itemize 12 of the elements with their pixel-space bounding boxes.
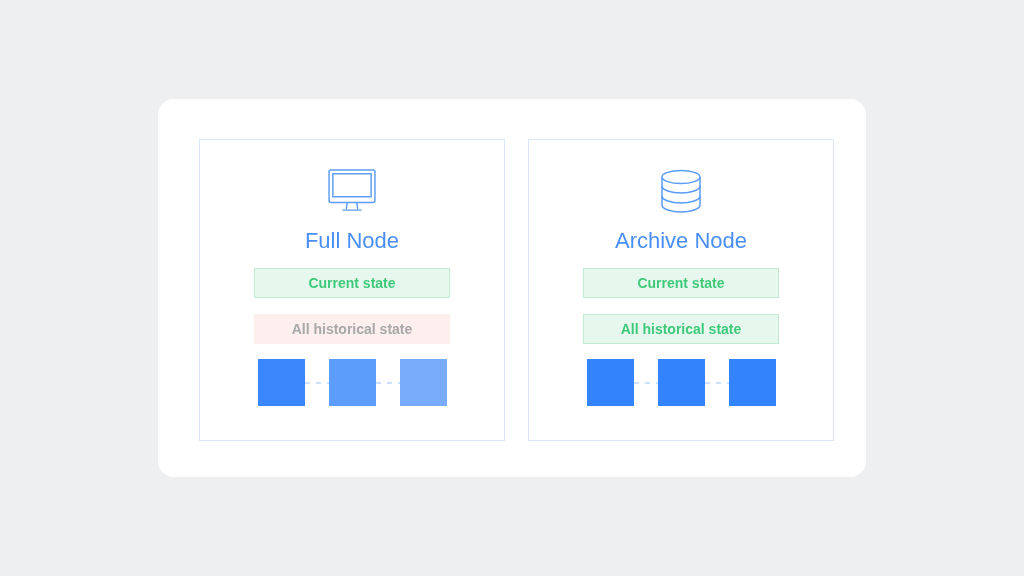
dashed-link: [633, 381, 658, 384]
state-label: Current state: [254, 268, 450, 298]
state-label: Current state: [583, 268, 779, 298]
dashed-link: [304, 381, 329, 384]
node-title: Full Node: [304, 228, 400, 254]
database-icon: [660, 169, 702, 213]
dashed-link: [704, 381, 729, 384]
monitor-icon: [327, 169, 377, 213]
node-title: Archive Node: [614, 228, 748, 254]
state-label: All historical state: [254, 314, 450, 344]
dashed-link: [375, 381, 400, 384]
state-label: All historical state: [583, 314, 779, 344]
